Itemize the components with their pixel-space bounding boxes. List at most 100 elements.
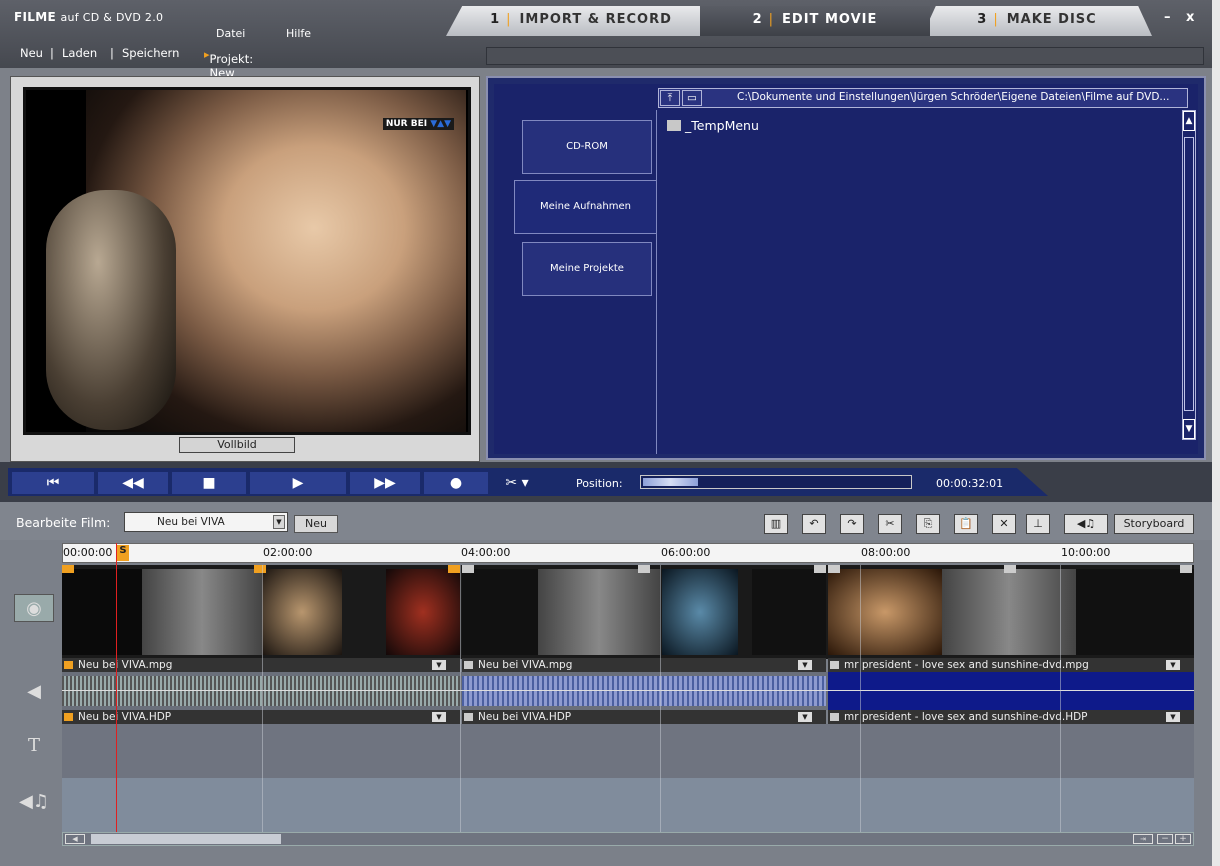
copy-icon[interactable]: ⎘ (916, 514, 940, 534)
redo-icon[interactable]: ↷ (840, 514, 864, 534)
record-button[interactable]: ● (424, 472, 488, 494)
clip-marker[interactable] (62, 565, 74, 573)
zoom-out-icon[interactable]: − (1157, 834, 1173, 844)
music-icon[interactable]: ◀♫ (14, 788, 54, 816)
tab-make-disc[interactable]: 3 | MAKE DISC (922, 6, 1152, 36)
clip-marker[interactable] (448, 565, 460, 573)
music-track[interactable] (62, 778, 1194, 832)
video-clip-label[interactable]: Neu bei VIVA.mpg ▼ (62, 658, 460, 672)
menu-hilfe[interactable]: Hilfe (286, 27, 311, 40)
folder-icon (667, 120, 681, 131)
nav-cd-rom[interactable]: CD-ROM (522, 120, 652, 174)
logo-text: NUR BEI (385, 119, 428, 129)
new-project-link[interactable]: Neu (20, 46, 43, 60)
movie-select-value: Neu bei VIVA (157, 516, 225, 528)
clip-marker (64, 661, 73, 669)
chevron-down-icon[interactable]: ▼ (798, 660, 812, 670)
clip-marker[interactable] (1180, 565, 1192, 573)
audio-clip-label[interactable]: mr president - love sex and sunshine-dvd… (828, 710, 1194, 724)
zoom-fit-icon[interactable]: ⇥ (1133, 834, 1153, 844)
speaker-icon[interactable]: ◀ (14, 678, 54, 706)
clip-marker[interactable] (462, 565, 474, 573)
timeline-editor: Bearbeite Film: Neu bei VIVA ▼ Neu ▥ ↶ ↷… (0, 502, 1212, 866)
video-track[interactable] (62, 565, 1194, 659)
clip-thumbnail (262, 569, 342, 655)
start-marker[interactable]: S (117, 545, 129, 561)
scroll-left-icon[interactable]: ◀ (65, 834, 85, 844)
clip-marker[interactable] (814, 565, 826, 573)
nav-meine-aufnahmen[interactable]: Meine Aufnahmen (514, 180, 656, 234)
video-preview[interactable]: NUR BEI ▼▲▼ (23, 87, 471, 435)
load-project-link[interactable]: Laden (62, 46, 97, 60)
fullscreen-button[interactable]: Vollbild (179, 437, 295, 453)
volume-line[interactable] (62, 690, 1194, 691)
clip-marker[interactable] (1004, 565, 1016, 573)
chevron-down-icon[interactable]: ▼ (798, 712, 812, 722)
ruler-icon[interactable]: ⊥ (1026, 514, 1050, 534)
skip-to-start-button[interactable]: ⏮ (12, 472, 94, 494)
movie-select[interactable]: Neu bei VIVA ▼ (124, 512, 288, 532)
nav-meine-projekte[interactable]: Meine Projekte (522, 242, 652, 296)
clip-marker (830, 713, 839, 721)
grid-line (1060, 565, 1061, 832)
minimize-button[interactable]: – (1164, 10, 1171, 25)
playhead[interactable] (116, 543, 117, 833)
video-clip-label[interactable]: Neu bei VIVA.mpg ▼ (462, 658, 826, 672)
chevron-down-icon[interactable]: ▼ (432, 660, 446, 670)
rewind-button[interactable]: ◀◀ (98, 472, 168, 494)
ruler-tick-label: 08:00:00 (861, 546, 911, 559)
cut-icon[interactable]: ✂ (878, 514, 902, 534)
audio-clip-label[interactable]: Neu bei VIVA.HDP ▼ (62, 710, 460, 724)
open-folder-icon[interactable]: ▭ (682, 90, 702, 106)
chevron-down-icon[interactable]: ▼ (1166, 712, 1180, 722)
position-slider[interactable] (640, 475, 912, 489)
tab-import-record[interactable]: 1 | IMPORT & RECORD (446, 6, 716, 36)
clip-marker[interactable] (638, 565, 650, 573)
scroll-up-icon[interactable]: ▲ (1183, 111, 1195, 131)
audio-icon[interactable]: ◀♫ (1064, 514, 1108, 534)
timeline-scrollbar[interactable]: ◀ ⇥ − + (62, 832, 1194, 846)
audio-clip-label[interactable]: Neu bei VIVA.HDP ▼ (462, 710, 826, 724)
file-list-scrollbar[interactable]: ▲ ▼ (1182, 110, 1196, 440)
new-movie-button[interactable]: Neu (294, 515, 338, 533)
chevron-down-icon[interactable]: ▼ (432, 712, 446, 722)
position-slider-fill[interactable] (643, 478, 698, 486)
audio-track[interactable] (62, 672, 1194, 710)
tab-edit-movie[interactable]: 2 | EDIT MOVIE (700, 6, 930, 36)
clip-name: Neu bei VIVA.mpg (478, 659, 573, 671)
logo-mark: ▼▲▼ (430, 119, 451, 129)
parent-folder-icon[interactable]: ⤒ (660, 90, 680, 106)
fast-forward-button[interactable]: ▶▶ (350, 472, 420, 494)
menu-datei[interactable]: Datei (216, 27, 245, 40)
paste-icon[interactable]: 📋 (954, 514, 978, 534)
scroll-down-icon[interactable]: ▼ (1183, 419, 1195, 439)
stop-button[interactable]: ■ (172, 472, 246, 494)
delete-icon[interactable]: ✕ (992, 514, 1016, 534)
position-label: Position: (576, 477, 623, 490)
chevron-down-icon[interactable]: ▼ (273, 515, 285, 529)
title-track[interactable] (62, 724, 1194, 778)
scroll-thumb[interactable] (1184, 137, 1194, 411)
clip-marker[interactable] (828, 565, 840, 573)
chevron-down-icon[interactable]: ▼ (1166, 660, 1180, 670)
eye-icon[interactable]: ◉ (14, 594, 54, 622)
undo-icon[interactable]: ↶ (802, 514, 826, 534)
close-button[interactable]: x (1186, 10, 1194, 25)
timeline-ruler[interactable]: 00:00:00 02:00:00 04:00:00 06:00:00 08:0… (62, 543, 1194, 563)
save-project-link[interactable]: Speichern (122, 46, 179, 60)
play-button[interactable]: ▶ (250, 472, 346, 494)
file-item[interactable]: _TempMenu (667, 118, 759, 133)
clip-marker[interactable] (254, 565, 266, 573)
edit-movie-label: Bearbeite Film: (16, 515, 111, 530)
title-icon[interactable]: T (14, 732, 54, 760)
grid-line (660, 565, 661, 832)
filmstrip-icon[interactable]: ▥ (764, 514, 788, 534)
tab-separator: | (506, 12, 512, 27)
scissors-icon[interactable]: ✂ ▾ (492, 472, 542, 494)
audio-waveform (62, 676, 460, 706)
video-clip-label[interactable]: mr president - love sex and sunshine-dvd… (828, 658, 1194, 672)
scroll-thumb[interactable] (91, 834, 281, 844)
current-path: C:\Dokumente und Einstellungen\Jürgen Sc… (737, 91, 1170, 103)
storyboard-button[interactable]: Storyboard (1114, 514, 1194, 534)
zoom-in-icon[interactable]: + (1175, 834, 1191, 844)
